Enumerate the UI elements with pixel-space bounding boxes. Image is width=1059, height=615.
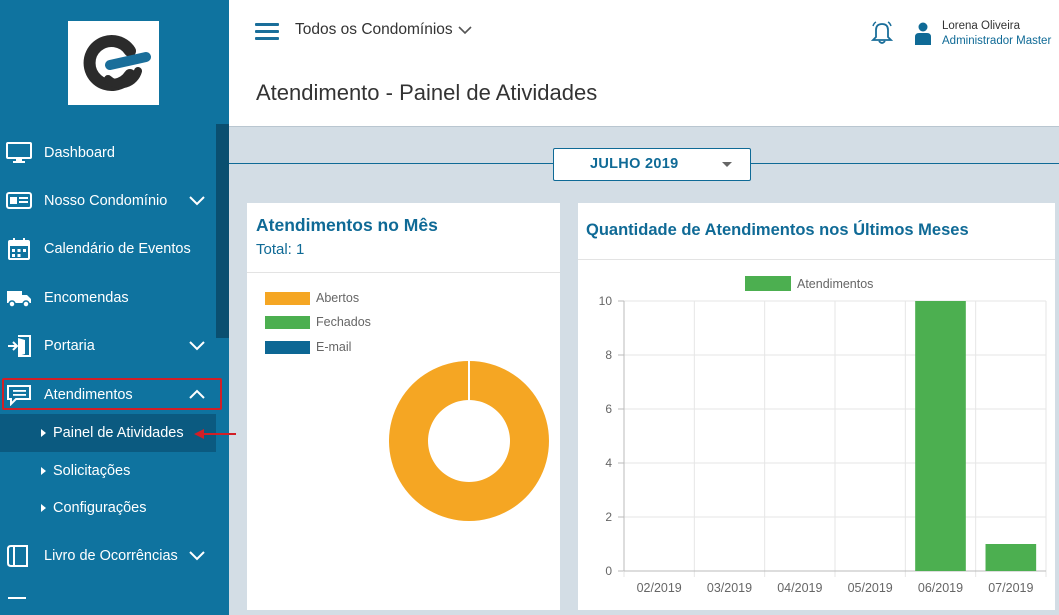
tick-label-x: 07/2019 [988, 581, 1033, 595]
app-logo [68, 21, 159, 105]
legend-label: E-mail [316, 340, 352, 354]
top-header: Todos os Condomínios Lorena Oliveira Adm… [229, 0, 1059, 127]
legend-swatch [745, 276, 791, 291]
card-atendimentos-mes: Atendimentos no Mês Total: 1 Abertos Fec… [247, 203, 560, 610]
sidebar: Dashboard Nosso Condomínio Calendário de… [0, 0, 229, 615]
month-selector-value: JULHO 2019 [590, 156, 679, 172]
sidebar-subitem-configuracoes[interactable]: Configurações [0, 493, 216, 523]
sidebar-item-label: Encomendas [44, 290, 129, 306]
card-divider [578, 259, 1055, 260]
card-title: Quantidade de Atendimentos nos Últimos M… [586, 221, 969, 239]
card-atendimentos-ultimos-meses: Quantidade de Atendimentos nos Últimos M… [578, 203, 1055, 610]
sidebar-item-label: Nosso Condomínio [44, 193, 168, 209]
tick-label-x: 02/2019 [637, 581, 682, 595]
total-count: Total: 1 [256, 241, 304, 258]
chat-icon [7, 385, 31, 406]
chevron-up-icon[interactable] [188, 387, 206, 401]
month-selector[interactable]: JULHO 2019 [553, 148, 751, 181]
partial-next-icon [8, 597, 26, 599]
legend-item-abertos[interactable]: Abertos [265, 291, 359, 305]
sidebar-subitem-label: Configurações [53, 500, 147, 516]
total-label: Total: [256, 241, 292, 258]
page-title: Atendimento - Painel de Atividades [256, 80, 598, 105]
caret-right-icon [41, 467, 46, 475]
total-value: 1 [296, 241, 305, 258]
sidebar-scrollbar[interactable] [216, 124, 229, 338]
sidebar-item-label: Calendário de Eventos [44, 241, 191, 257]
tick-label-y: 4 [605, 456, 612, 470]
calendar-icon [8, 238, 30, 260]
user-role[interactable]: Administrador Master [942, 35, 1051, 47]
sidebar-item-atendimentos[interactable]: Atendimentos [0, 376, 216, 414]
annotation-arrow [194, 429, 236, 439]
sidebar-subitem-label: Solicitações [53, 463, 131, 479]
truck-icon [7, 291, 31, 308]
hamburger-menu-icon[interactable] [255, 23, 279, 41]
user-icon[interactable] [915, 22, 931, 45]
door-enter-icon [8, 335, 31, 357]
chevron-down-icon[interactable] [188, 338, 206, 352]
bar-07-2019 [985, 544, 1037, 571]
legend-item-fechados[interactable]: Fechados [265, 315, 371, 329]
tick-label-y: 2 [605, 510, 612, 524]
bar-chart: Atendimentos 0 2 4 6 8 10 02/2019 03/2019 04/2019… [599, 276, 1047, 595]
card-title: Atendimentos no Mês [256, 215, 438, 235]
chevron-down-icon[interactable] [188, 193, 206, 207]
sidebar-item-label: Dashboard [44, 145, 115, 161]
tick-label-y: 10 [599, 294, 613, 308]
donut-chart [389, 361, 549, 521]
sidebar-item-label: Atendimentos [44, 387, 133, 403]
sidebar-item-encomendas[interactable]: Encomendas [0, 279, 216, 317]
card-divider [247, 272, 560, 273]
legend-swatch [265, 340, 310, 354]
legend-item-email[interactable]: E-mail [265, 340, 351, 354]
user-name: Lorena Oliveira [942, 20, 1020, 32]
caret-down-icon [722, 162, 732, 167]
sidebar-item-label: Portaria [44, 338, 95, 354]
sidebar-item-nosso-condominio[interactable]: Nosso Condomínio [0, 182, 216, 220]
book-icon [7, 545, 28, 567]
condominium-selector[interactable]: Todos os Condomínios [295, 21, 472, 39]
sidebar-subitem-painel-atividades[interactable]: Painel de Atividades [0, 418, 216, 448]
legend-swatch [265, 291, 310, 305]
legend-label: Fechados [316, 315, 371, 329]
tick-label-y: 8 [605, 348, 612, 362]
sidebar-item-portaria[interactable]: Portaria [0, 327, 216, 365]
caret-right-icon [41, 429, 46, 437]
tick-label-x: 06/2019 [918, 581, 963, 595]
tick-label-y: 6 [605, 402, 612, 416]
legend-swatch [265, 315, 310, 329]
legend-label: Atendimentos [797, 277, 873, 291]
bar-06-2019 [915, 301, 966, 571]
chevron-down-icon [458, 26, 472, 35]
id-card-icon [6, 192, 32, 209]
legend-label: Abertos [316, 291, 360, 305]
caret-right-icon [41, 504, 46, 512]
monitor-icon [6, 142, 32, 163]
chevron-down-icon[interactable] [188, 548, 206, 562]
sidebar-item-dashboard[interactable]: Dashboard [0, 134, 216, 172]
tick-label-x: 03/2019 [707, 581, 752, 595]
condominium-selector-label: Todos os Condomínios [295, 21, 453, 38]
tick-label-x: 05/2019 [848, 581, 893, 595]
sidebar-item-livro-ocorrencias[interactable]: Livro de Ocorrências [0, 537, 216, 575]
sidebar-subitem-label: Painel de Atividades [53, 425, 184, 441]
sidebar-subitem-solicitacoes[interactable]: Solicitações [0, 456, 216, 486]
sidebar-item-label: Livro de Ocorrências [44, 548, 178, 564]
tick-label-y: 0 [605, 564, 612, 578]
sidebar-item-calendario[interactable]: Calendário de Eventos [0, 230, 216, 268]
bell-icon[interactable] [871, 20, 893, 44]
tick-label-x: 04/2019 [777, 581, 822, 595]
